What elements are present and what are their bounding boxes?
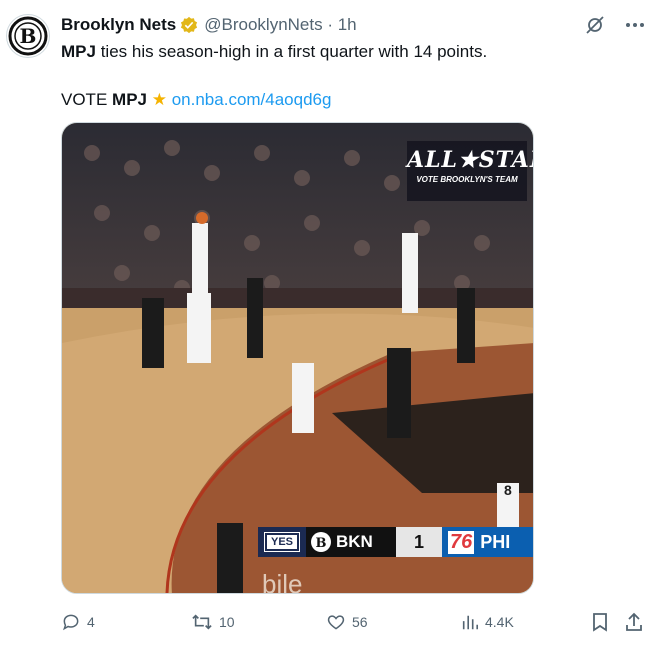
all-star-subtitle: VOTE BROOKLYN'S TEAM <box>416 175 518 184</box>
timestamp[interactable]: 1h <box>338 15 357 35</box>
share-button[interactable] <box>625 612 643 632</box>
svg-text:B: B <box>316 536 327 551</box>
svg-text:B: B <box>20 24 37 48</box>
brooklyn-nets-logo-icon: B <box>8 16 48 56</box>
scoreboard-team1: B BKN <box>306 527 396 557</box>
share-icon <box>626 612 642 631</box>
tweet-line-2: VOTE MPJ ★ on.nba.com/4aoqd6g <box>61 88 621 112</box>
reply-button[interactable]: 4 <box>61 612 95 632</box>
reply-count: 4 <box>87 614 95 630</box>
repost-button[interactable]: 10 <box>191 612 235 632</box>
nets-logo-icon: B <box>311 532 331 552</box>
engagement-bar: 4 10 56 4.4K <box>61 608 643 636</box>
repost-icon <box>192 614 212 630</box>
avatar[interactable]: B <box>6 14 50 58</box>
bookmark-icon <box>593 613 607 632</box>
scoreboard-team2: 76 PHI <box>442 527 533 557</box>
reply-icon <box>63 614 79 631</box>
jersey-number: 8 <box>504 482 512 498</box>
all-star-badge: ALL★STAR VOTE BROOKLYN'S TEAM <box>407 141 533 201</box>
tweet-header: Brooklyn Nets @BrooklynNets · 1h <box>61 14 357 36</box>
sign-text: bile <box>262 569 302 594</box>
vote-text: VOTE <box>61 90 108 109</box>
more-icon[interactable] <box>622 12 648 38</box>
team1-abbr: BKN <box>336 532 373 551</box>
vote-name: MPJ <box>112 90 147 109</box>
verified-icon <box>180 16 198 34</box>
star-emoji-icon: ★ <box>151 90 167 109</box>
scoreboard-score: 1 <box>396 527 442 557</box>
like-icon <box>327 615 345 630</box>
tweet-link[interactable]: on.nba.com/4aoqd6g <box>172 90 332 109</box>
like-count: 56 <box>352 614 368 630</box>
views-icon <box>462 615 479 630</box>
bookmark-button[interactable] <box>591 612 609 632</box>
grok-icon[interactable] <box>582 12 608 38</box>
video-media[interactable]: bile 8 ALL★STAR VOTE BROOKLYN'S TEAM YES… <box>61 122 534 594</box>
author-name[interactable]: Brooklyn Nets <box>61 15 176 35</box>
scoreboard: YES B BKN 1 76 PHI <box>258 527 533 557</box>
sixers-logo-icon: 76 <box>448 530 475 554</box>
tweet-text: MPJ ties his season-high in a first quar… <box>61 40 621 112</box>
top-actions <box>582 12 648 38</box>
tweet: B Brooklyn Nets @BrooklynNets · 1h MPJ t… <box>0 0 660 652</box>
tweet-line-1: MPJ ties his season-high in a first quar… <box>61 40 621 64</box>
line-break <box>61 64 621 88</box>
repost-count: 10 <box>219 614 235 630</box>
views-button[interactable]: 4.4K <box>461 613 514 631</box>
sponsor-label: YES <box>263 532 301 552</box>
all-star-title: ALL★STAR <box>407 147 533 173</box>
author-handle[interactable]: @BrooklynNets <box>204 15 322 35</box>
dot-separator: · <box>322 15 338 34</box>
scoreboard-sponsor: YES <box>258 527 306 557</box>
like-button[interactable]: 56 <box>326 612 368 632</box>
team2-abbr: PHI <box>480 531 511 552</box>
tweet-line-1-text: ties his season-high in a first quarter … <box>100 42 488 61</box>
mention-bold: MPJ <box>61 42 96 61</box>
views-count: 4.4K <box>485 614 514 630</box>
